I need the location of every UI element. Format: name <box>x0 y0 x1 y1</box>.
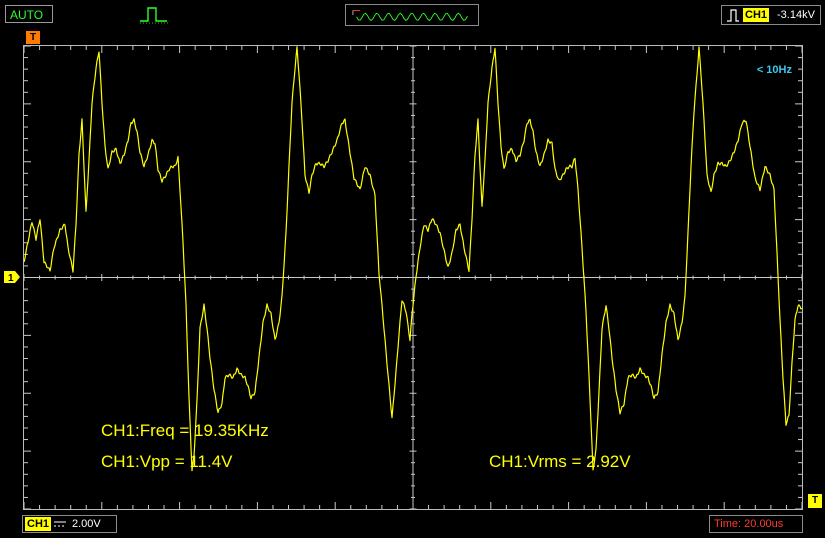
waveform-overview-icon[interactable] <box>345 4 479 26</box>
frequency-indicator: < 10Hz <box>756 64 792 76</box>
measurement-vrms: CH1:Vrms = 2.92V <box>489 452 631 471</box>
trigger-level-marker[interactable]: T <box>808 494 822 508</box>
waveform-display[interactable]: < 10Hz CH1:Freq = 19.35KHz CH1:Vpp = 11.… <box>23 45 803 510</box>
timebase-status[interactable]: Time: 20.00us <box>709 515 803 533</box>
trigger-level-value: -3.14kV <box>777 9 815 21</box>
measurement-frequency: CH1:Freq = 19.35KHz <box>101 421 269 440</box>
rising-edge-icon <box>727 9 739 22</box>
dc-coupling-icon <box>54 521 66 527</box>
top-toolbar: AUTO CH1 -3.14kV <box>0 0 825 28</box>
trigger-pulse-icon <box>140 7 168 24</box>
trigger-settings-panel[interactable]: CH1 -3.14kV <box>721 5 821 25</box>
acquisition-mode-badge[interactable]: AUTO <box>5 5 53 23</box>
trigger-channel-label: CH1 <box>743 8 770 22</box>
channel1-ground-marker[interactable]: 1 <box>4 271 20 283</box>
channel1-volts-per-div: 2.00V <box>72 518 101 530</box>
channel1-status-box[interactable]: CH1 2.00V <box>22 515 117 533</box>
channel1-ground-label: 1 <box>8 273 14 283</box>
measurement-vpp: CH1:Vpp = 11.4V <box>101 452 233 471</box>
trigger-position-marker[interactable]: T <box>26 31 40 44</box>
channel1-tag: CH1 <box>25 517 52 531</box>
